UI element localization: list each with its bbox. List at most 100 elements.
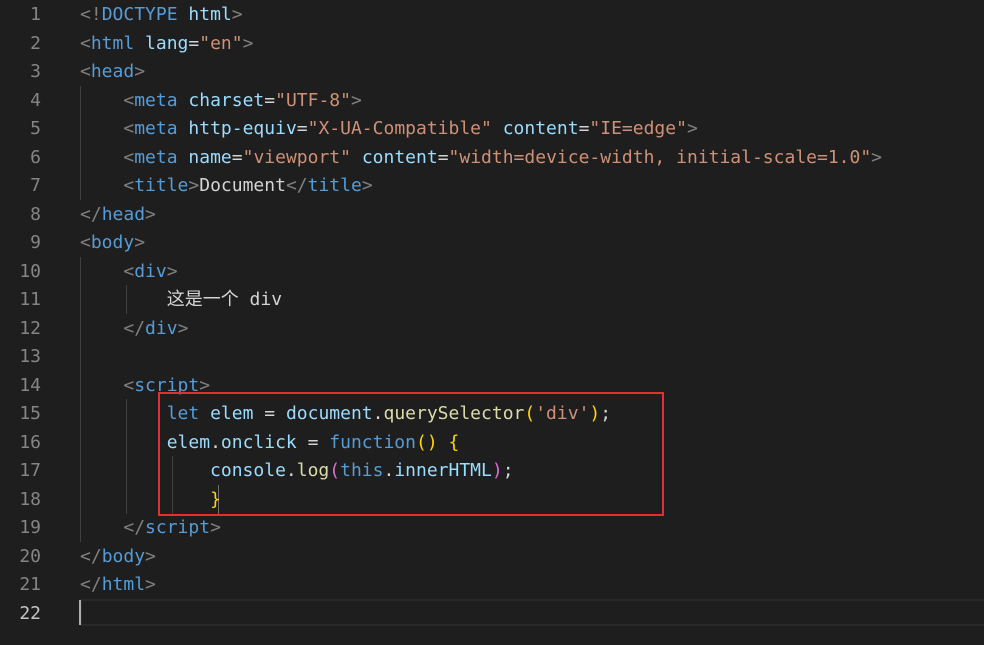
line-number: 15 [19,403,41,424]
code-token: > [166,260,178,282]
line-number: 17 [19,460,41,481]
code-token: content [502,118,579,139]
code-line[interactable]: 4 <meta charset="UTF-8"> [0,87,984,116]
code-token: lang [145,32,189,54]
code-token: < [123,374,135,396]
code-text: <head> [80,58,145,87]
code-token: title [134,175,189,196]
line-number: 1 [30,4,41,25]
code-line[interactable]: 9 <body> [0,229,984,258]
code-line[interactable]: 20 </body> [0,543,984,572]
line-number: 14 [19,374,41,396]
code-token: html [101,574,146,595]
code-line[interactable]: 7 <title>Document</title> [0,172,984,201]
code-line[interactable]: 1 <!DOCTYPE html> [0,1,984,30]
code-editor[interactable]: 1 <!DOCTYPE html> 2 <html lang="en"> 3 <head>… [0,0,984,645]
code-token: > [231,4,243,25]
line-number: 9 [30,232,41,253]
code-token: <! [80,4,102,25]
code-token: </ [80,545,102,567]
code-text: <!DOCTYPE html> [80,1,243,30]
code-line[interactable]: 10 <div> [0,258,984,287]
code-text: </script> [80,514,221,543]
line-number: 16 [19,431,41,453]
code-token: name [188,146,232,168]
code-token: > [177,317,189,339]
line-number: 18 [19,488,41,510]
code-token: </ [80,574,102,595]
line-number: 13 [19,346,41,367]
code-token: = [231,146,243,168]
code-text: 这是一个 div [80,286,282,315]
code-line[interactable]: 6 <meta name="viewport" content="width=d… [0,144,984,173]
code-line[interactable]: 5 <meta http-equiv="X-UA-Compatible" con… [0,115,984,144]
code-line[interactable]: 21 </html> [0,571,984,600]
code-line[interactable]: 2 <html lang="en"> [0,30,984,59]
code-line[interactable]: 11 这是一个 div [0,286,984,315]
code-token: script [145,517,211,538]
code-token: </ [123,317,146,339]
code-text: <meta charset="UTF-8"> [80,87,361,116]
code-token: > [871,146,883,168]
code-text: <meta name="viewport" content="width=dev… [80,144,882,173]
code-token: meta [134,89,178,111]
code-line[interactable]: 13 [0,343,984,372]
code-token: > [134,61,146,82]
code-line[interactable]: 3 <head> [0,58,984,87]
code-line[interactable]: 19 </script> [0,514,984,543]
code-token: body [90,232,135,253]
code-text: </html> [80,571,156,600]
highlight-annotation-box [158,392,664,516]
code-token: > [210,517,221,538]
line-number: 4 [30,89,41,111]
code-token: = [188,32,200,54]
code-token: html [90,32,135,54]
code-token: body [101,545,146,567]
code-token: meta [134,146,178,168]
code-line[interactable]: 22 [0,600,984,629]
code-token: charset [188,89,265,111]
code-token: meta [134,118,178,139]
line-number: 6 [30,146,41,168]
code-token: html [188,4,232,25]
code-token: < [80,32,91,54]
code-token: > [134,232,146,253]
code-token: head [90,61,135,82]
line-number: 21 [19,574,41,595]
code-token: title [307,175,362,196]
code-token: DOCTYPE [101,4,178,25]
code-token: > [188,175,200,196]
code-token: "UTF-8" [275,89,351,111]
code-token: < [80,232,91,253]
code-line[interactable]: 12 </div> [0,315,984,344]
code-token: head [101,203,146,225]
code-token: content [361,146,438,168]
code-token: </ [123,517,146,538]
line-number: 3 [30,61,41,82]
code-token: 这是一个 div [166,289,283,310]
code-token: > [145,545,156,567]
code-text: <meta http-equiv="X-UA-Compatible" conte… [80,115,697,144]
code-token: div [145,317,178,339]
code-token: < [123,89,135,111]
code-token: = [296,118,308,139]
code-line[interactable]: 8 </head> [0,201,984,230]
code-token: http-equiv [188,118,297,139]
code-text: <div> [80,258,178,287]
code-token: "en" [199,32,243,54]
code-token: < [123,118,135,139]
code-token: "viewport" [242,146,351,168]
